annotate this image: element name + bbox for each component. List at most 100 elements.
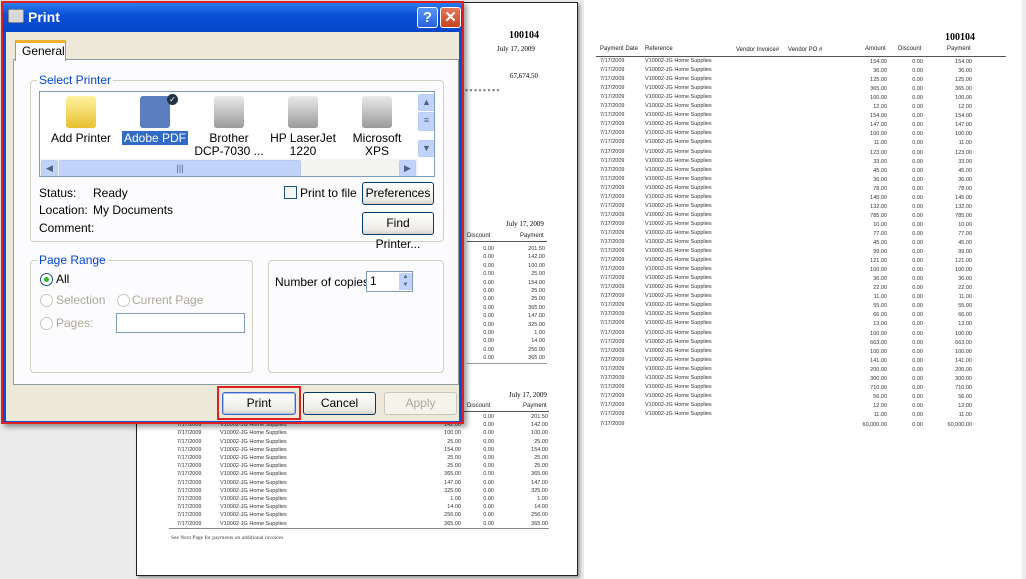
scroll-down-button[interactable]: ▼ — [418, 140, 434, 157]
radio-all-label[interactable]: All — [56, 272, 69, 286]
printer-item[interactable]: Brother DCP-7030 ... — [192, 94, 266, 158]
close-button[interactable]: ✕ — [440, 7, 461, 28]
row-payment: 77.00 — [958, 230, 972, 237]
printer-item[interactable]: Add Printer — [44, 94, 118, 145]
row-payment: 663.00 — [955, 339, 972, 346]
printer-name-line2: DCP-7030 ... — [194, 144, 264, 158]
row-reference: V10002-JG Home Supplies — [645, 112, 712, 119]
help-button[interactable]: ? — [417, 7, 438, 28]
row-payment: 11.00 — [958, 140, 972, 147]
row-amount: 256.00 — [444, 512, 461, 519]
row-reference: V10002-JG Home Supplies — [645, 329, 712, 336]
row-reference: V10002-JG Home Supplies — [645, 220, 712, 227]
row-payment: 12.00 — [958, 402, 972, 409]
row-date: 7/17/2009 — [177, 479, 202, 486]
total-date: 7/17/2009 — [600, 421, 625, 427]
title-bar[interactable]: Print ? ✕ — [3, 3, 462, 32]
row-payment: 1.00 — [534, 330, 545, 336]
row-payment: 36.00 — [958, 276, 972, 283]
row-date: 7/17/2009 — [600, 383, 625, 390]
row-date: 7/17/2009 — [600, 401, 625, 408]
row-amount: 12.00 — [873, 402, 887, 409]
row-reference: V10002-JG Home Supplies — [645, 293, 712, 300]
page-range-group: Page Range All Selection Current Page Pa… — [30, 253, 253, 373]
row-date: 7/17/2009 — [600, 184, 625, 191]
row-date: 7/17/2009 — [600, 229, 625, 236]
pages-input[interactable] — [116, 313, 245, 333]
row-payment: 10.00 — [958, 221, 972, 228]
copies-spinner[interactable]: ▲ ▼ — [399, 273, 412, 290]
row-reference: V10002-JG Home Supplies — [645, 58, 712, 64]
row-payment: 147.00 — [528, 313, 545, 320]
select-printer-group: Select Printer Add Printer ✓ Adobe PDF Brot… — [30, 73, 444, 251]
row-payment: 200.00 — [955, 366, 972, 373]
row-amount: 13.00 — [873, 321, 887, 328]
row-payment: 66.00 — [958, 312, 972, 319]
row-reference: V10002-JG Home Supplies — [645, 175, 712, 182]
row-discount: 0.00 — [483, 446, 494, 453]
row-amount: 147.00 — [870, 122, 887, 129]
row-amount: 10.00 — [873, 221, 887, 228]
row-amount: 36.00 — [873, 176, 887, 183]
row-discount: 0.00 — [483, 304, 494, 311]
vertical-scroll-thumb[interactable]: ≡ — [418, 112, 434, 131]
header-discount: Discount — [898, 46, 922, 52]
horizontal-scroll-thumb[interactable]: ||| — [59, 160, 301, 176]
row-discount: 0.00 — [483, 512, 494, 519]
row-payment: 365.00 — [531, 520, 548, 527]
row-reference: V10002-JG Home Supplies — [645, 383, 712, 390]
scroll-right-button[interactable]: ▶ — [399, 160, 416, 176]
print-to-file-label[interactable]: Print to file — [300, 186, 357, 200]
scroll-up-button[interactable]: ▲ — [418, 94, 434, 111]
row-payment: 25.00 — [534, 438, 548, 445]
section3-discount-header: Discount — [467, 403, 491, 409]
row-amount: 154.00 — [444, 446, 461, 453]
row-date: 7/17/2009 — [600, 374, 625, 381]
preferences-button[interactable]: Preferences — [362, 182, 434, 205]
row-amount: 78.00 — [873, 185, 887, 192]
check-date: July 17, 2009 — [497, 45, 535, 53]
row-payment: 100.00 — [955, 131, 972, 138]
row-reference: V10002-JG Home Supplies — [645, 410, 712, 417]
row-amount: 145.00 — [870, 194, 887, 201]
row-payment: 201.50 — [531, 414, 548, 420]
row-payment: 100.00 — [531, 430, 548, 437]
row-date: 7/17/2009 — [600, 284, 625, 291]
row-discount: 0.00 — [483, 279, 494, 286]
row-payment: 154.00 — [955, 59, 972, 65]
row-payment: 45.00 — [958, 167, 972, 174]
tab-general[interactable]: General — [15, 40, 66, 61]
row-payment: 36.00 — [958, 176, 972, 183]
printer-icon — [8, 9, 24, 23]
cancel-button[interactable]: Cancel — [303, 392, 376, 415]
row-discount: 0.00 — [483, 313, 494, 320]
row-payment: 123.00 — [955, 149, 972, 156]
row-discount: 0.00 — [483, 455, 494, 461]
row-reference: V10002-JG Home Supplies — [220, 430, 287, 437]
radio-all[interactable] — [40, 273, 53, 286]
row-reference: V10002-JG Home Supplies — [645, 202, 712, 209]
row-amount: 325.00 — [444, 487, 461, 494]
row-payment: 56.00 — [958, 393, 972, 400]
printer-item[interactable]: ✓ Adobe PDF — [118, 94, 192, 145]
printer-list[interactable]: Add Printer ✓ Adobe PDF Brother DCP-7030 ...… — [39, 91, 435, 177]
row-date: 7/17/2009 — [600, 94, 625, 101]
row-date: 7/17/2009 — [600, 211, 625, 218]
row-amount: 25.00 — [447, 455, 461, 461]
print-button[interactable]: Print — [222, 392, 296, 415]
printer-name: Brother — [209, 131, 249, 145]
check-number: 100104 — [509, 30, 539, 41]
row-discount: 0.00 — [483, 438, 494, 445]
row-payment: 365.00 — [531, 471, 548, 478]
print-to-file-checkbox[interactable] — [284, 186, 297, 199]
radio-selection-label: Selection — [56, 293, 106, 307]
find-printer-button[interactable]: Find Printer... — [362, 212, 434, 251]
row-amount: 45.00 — [873, 167, 887, 174]
row-date: 7/17/2009 — [600, 248, 625, 255]
row-discount: 0.00 — [483, 338, 494, 345]
scroll-left-button[interactable]: ◀ — [41, 160, 58, 176]
row-date: 7/17/2009 — [177, 471, 202, 478]
row-date: 7/17/2009 — [600, 58, 625, 64]
row-amount: 154.00 — [870, 59, 887, 65]
row-amount: 11.00 — [873, 411, 887, 418]
